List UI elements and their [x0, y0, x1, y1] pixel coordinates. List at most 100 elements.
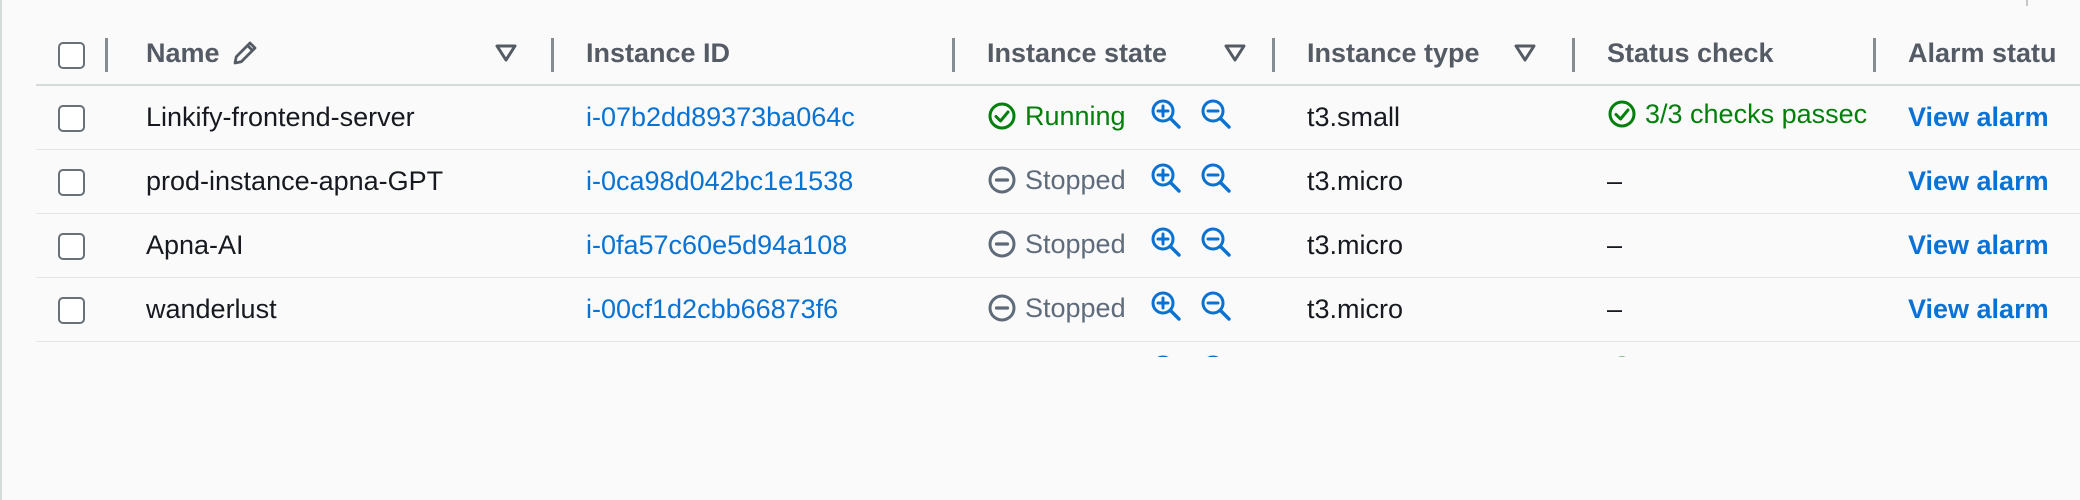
alarm-status-cell: View alarm [1876, 277, 2080, 342]
minus-circle-icon [988, 294, 1016, 322]
instances-page: Name Instance ID Instance state Instance… [0, 0, 2080, 500]
instance-state-label: Stopped [1025, 292, 1126, 323]
status-check-label: 3/3 checks passec [1645, 98, 1868, 129]
row-select-cell [36, 85, 112, 150]
instance-name-cell: Apna-AI [112, 213, 554, 278]
instance-name: wanderlust [146, 294, 277, 324]
status-check: – [1607, 166, 1623, 196]
zoom-out-icon[interactable] [1199, 225, 1233, 259]
instance-state: Stopped [987, 165, 1126, 196]
instance-state-label: Stopped [1025, 164, 1126, 195]
row-select-cell [36, 149, 112, 214]
instance-state-label: Running [1025, 357, 1126, 358]
instance-type: t3.micro [1307, 294, 1404, 324]
sort-down-icon[interactable] [1223, 42, 1247, 64]
instance-state-cell: Running [955, 85, 1275, 150]
column-header-alarm-status[interactable]: Alarm statu [1876, 22, 2080, 86]
alarm-status-cell: View alarm [1876, 149, 2080, 214]
scroll-indicator [2026, 0, 2028, 6]
table-row[interactable]: prod-instance-apna-GPT i-0ca98d042bc1e15… [36, 149, 2080, 214]
instance-id-cell: i-0ca98d042bc1e1538 [554, 149, 955, 214]
select-all-checkbox[interactable] [58, 42, 85, 70]
instance-state: Running [987, 357, 1126, 358]
minus-circle-icon [988, 230, 1016, 258]
table-row[interactable]: Apna-AI i-0fa57c60e5d94a108 Stopped t3.m… [36, 213, 2080, 278]
table-row[interactable]: Linkify-frontend-server i-07b2dd89373ba0… [36, 85, 2080, 150]
row-checkbox[interactable] [58, 169, 85, 197]
status-check-label: 3/3 checks passec [1645, 355, 1867, 357]
sort-down-icon[interactable] [494, 42, 518, 64]
table-row[interactable]: wanderlust i-00cf1d2cbb66873f6 Stopped t… [36, 277, 2080, 342]
instance-state-label: Running [1025, 100, 1126, 131]
column-header-instance-state[interactable]: Instance state [955, 22, 1275, 86]
status-check-cell: – [1575, 213, 1876, 278]
view-alarms-link[interactable]: View alarm [1908, 230, 2049, 260]
header-select-all-cell [36, 22, 112, 86]
instance-type: t3.small [1307, 102, 1401, 132]
zoom-out-icon[interactable] [1199, 161, 1233, 195]
instance-name-cell: Linkify-Backend-server [112, 341, 554, 357]
column-header-status-check[interactable]: Status check [1575, 22, 1876, 86]
instance-state-cell: Running [955, 341, 1275, 358]
alarm-status-cell: View alarm [1876, 85, 2080, 150]
view-alarms-link[interactable]: View alarm [1908, 102, 2049, 132]
zoom-in-icon[interactable] [1149, 353, 1183, 357]
zoom-in-icon[interactable] [1149, 97, 1183, 131]
status-check-cell: – [1575, 149, 1876, 214]
instance-id-link[interactable]: i-07b2dd89373ba064c [586, 102, 855, 132]
state-zoom-controls [1149, 289, 1249, 323]
instance-type: t3.micro [1307, 166, 1404, 196]
left-border [0, 0, 2, 500]
check-circle-icon [1619, 356, 1625, 357]
alarm-status-cell: View alarm [1876, 213, 2080, 278]
state-zoom-controls [1149, 161, 1249, 195]
zoom-out-icon[interactable] [1199, 289, 1233, 323]
check-circle-icon [1608, 100, 1636, 128]
instance-type-cell: t3.micro [1275, 341, 1575, 357]
zoom-in-icon[interactable] [1149, 289, 1183, 323]
row-select-cell [36, 277, 112, 342]
status-check-cell: – [1575, 277, 1876, 342]
instance-id-link[interactable]: i-00cf1d2cbb66873f6 [586, 294, 838, 324]
instance-name: Linkify-frontend-server [146, 102, 415, 132]
instances-table: Name Instance ID Instance state Instance… [36, 22, 2080, 357]
row-checkbox[interactable] [58, 105, 85, 133]
status-check-cell: 3/3 checks passec [1575, 85, 1876, 150]
column-header-alarm-status-label: Alarm statu [1908, 37, 2057, 68]
view-alarms-link[interactable]: View alarm [1908, 294, 2049, 324]
column-header-instance-type-label: Instance type [1307, 37, 1480, 68]
instance-id-link[interactable]: i-0ca98d042bc1e1538 [586, 166, 853, 196]
view-alarms-link[interactable]: View alarm [1908, 166, 2049, 196]
sort-down-icon[interactable] [1513, 42, 1537, 64]
status-check-cell: 3/3 checks passec [1575, 341, 1876, 357]
instance-state: Stopped [987, 229, 1126, 260]
zoom-out-icon[interactable] [1199, 353, 1233, 357]
row-checkbox[interactable] [58, 233, 85, 261]
instance-state-cell: Stopped [955, 277, 1275, 342]
check-circle-icon [988, 102, 1016, 130]
state-zoom-controls [1149, 97, 1249, 131]
zoom-in-icon[interactable] [1149, 161, 1183, 195]
column-header-name[interactable]: Name [112, 22, 554, 86]
column-header-status-check-label: Status check [1607, 37, 1774, 68]
column-header-instance-type[interactable]: Instance type [1275, 22, 1575, 86]
instance-id-cell: i-00cf1d2cbb66873f6 [554, 277, 955, 342]
table-body: Linkify-frontend-server i-07b2dd89373ba0… [36, 85, 2080, 357]
status-check: 3/3 checks passec [1607, 355, 1873, 357]
table-row[interactable]: Linkify-Backend-server i-09c731110a6f304… [36, 341, 2080, 358]
instance-id-link[interactable]: i-0fa57c60e5d94a108 [586, 230, 847, 260]
instance-state-cell: Stopped [955, 213, 1275, 278]
instance-type-cell: t3.micro [1275, 277, 1575, 342]
alarm-status-cell: View alarm [1876, 341, 2080, 357]
row-checkbox[interactable] [58, 297, 85, 325]
instance-id-cell: i-07b2dd89373ba064c [554, 85, 955, 150]
column-resizer[interactable] [105, 38, 108, 72]
column-header-instance-state-label: Instance state [987, 37, 1168, 68]
row-select-cell [36, 213, 112, 278]
column-header-instance-id[interactable]: Instance ID [554, 22, 955, 86]
zoom-out-icon[interactable] [1199, 97, 1233, 131]
zoom-in-icon[interactable] [1149, 225, 1183, 259]
pencil-icon[interactable] [230, 38, 260, 68]
column-header-instance-id-label: Instance ID [586, 37, 731, 68]
instance-name-cell: wanderlust [112, 277, 554, 342]
